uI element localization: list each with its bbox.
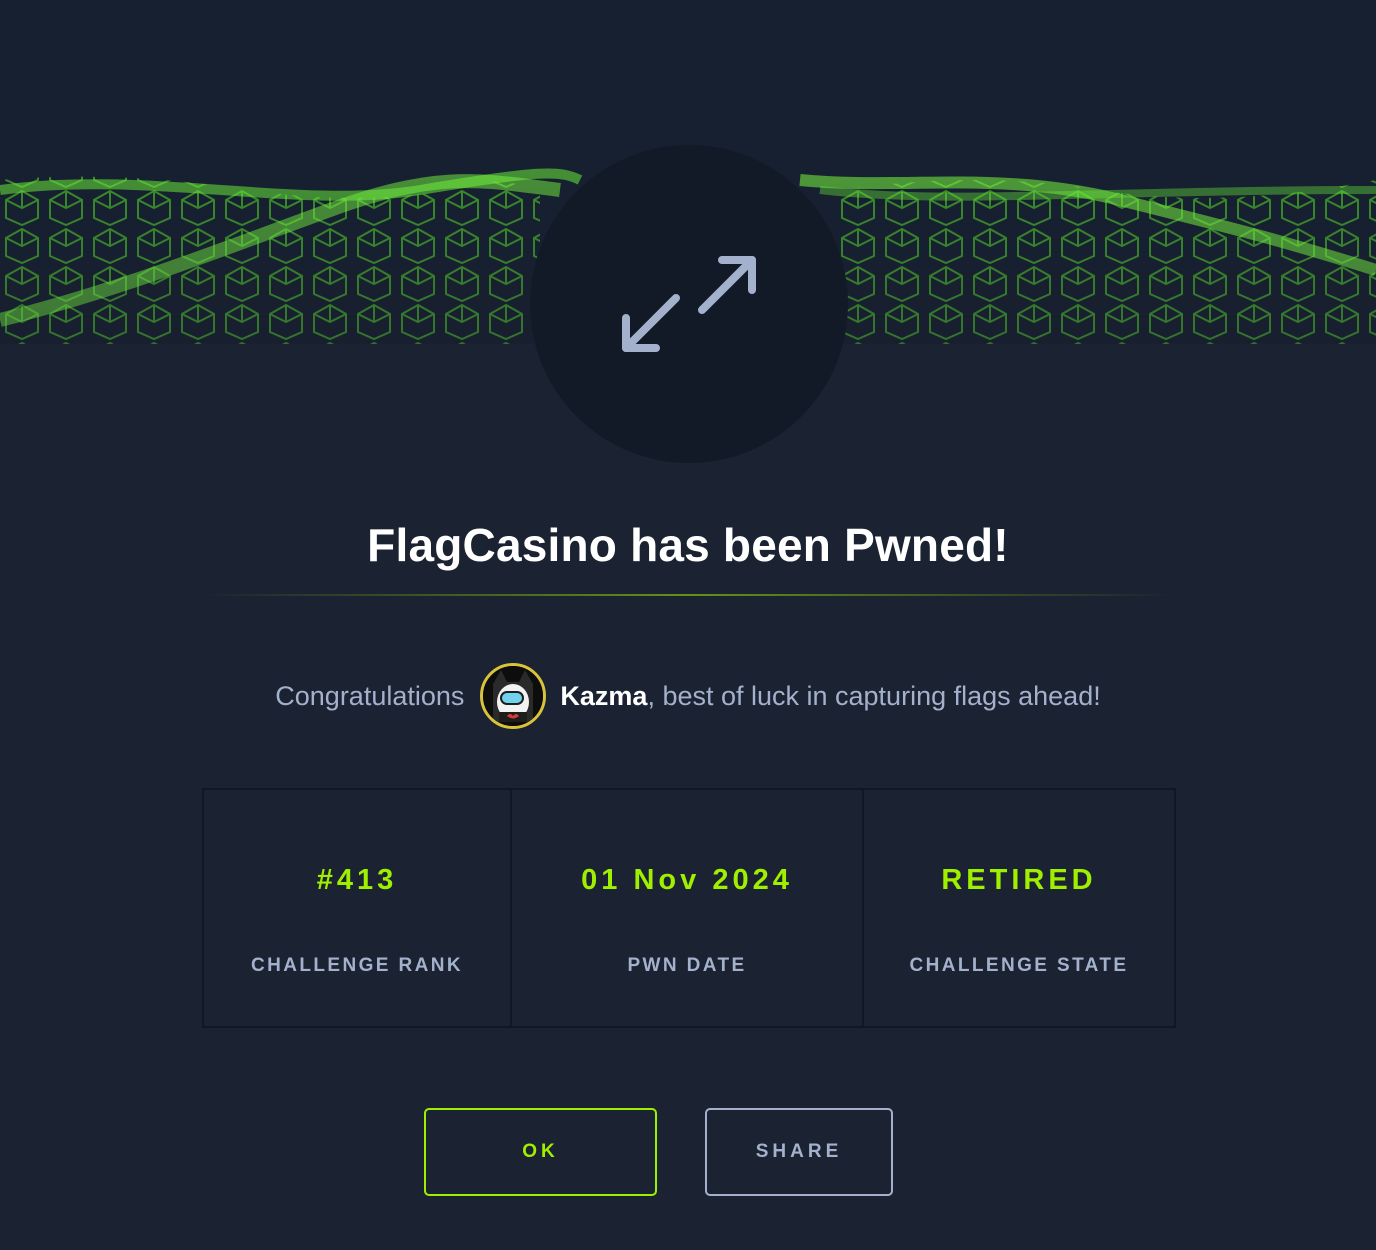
stat-value: RETIRED bbox=[941, 864, 1097, 896]
username[interactable]: Kazma bbox=[560, 681, 647, 712]
header-background bbox=[0, 0, 1376, 150]
stat-challenge-rank: #413 CHALLENGE RANK bbox=[204, 790, 512, 1026]
pwned-emblem bbox=[530, 145, 848, 463]
stat-pwn-date: 01 Nov 2024 PWN DATE bbox=[512, 790, 864, 1026]
stat-value: #413 bbox=[316, 864, 398, 896]
stat-value: 01 Nov 2024 bbox=[581, 864, 793, 896]
stat-challenge-state: RETIRED CHALLENGE STATE bbox=[864, 790, 1174, 1026]
stat-label: CHALLENGE RANK bbox=[251, 955, 463, 976]
congrats-message: Congratulations Kazma , best of luck in … bbox=[0, 660, 1376, 732]
modal-title: FlagCasino has been Pwned! bbox=[367, 519, 1009, 571]
stat-label: CHALLENGE STATE bbox=[909, 955, 1129, 976]
congrats-suffix: , best of luck in capturing flags ahead! bbox=[647, 680, 1101, 711]
stat-label: PWN DATE bbox=[627, 955, 747, 976]
pwned-modal: FlagCasino has been Pwned! Congratulatio… bbox=[0, 0, 1376, 1250]
stats-panel: #413 CHALLENGE RANK 01 Nov 2024 PWN DATE… bbox=[202, 788, 1176, 1028]
swap-arrows-icon bbox=[622, 256, 756, 352]
share-button[interactable]: SHARE bbox=[705, 1108, 893, 1196]
avatar-icon bbox=[483, 666, 544, 726]
title-divider bbox=[200, 594, 1176, 596]
congrats-prefix: Congratulations bbox=[275, 680, 465, 711]
ok-button[interactable]: OK bbox=[424, 1108, 657, 1196]
user-avatar[interactable] bbox=[480, 663, 547, 729]
